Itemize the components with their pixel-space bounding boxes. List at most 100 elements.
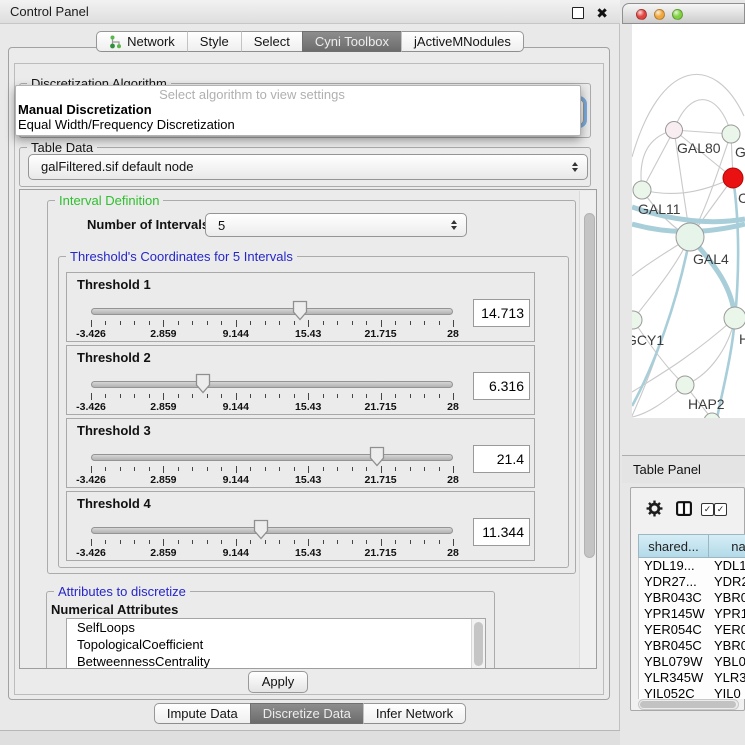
list-scrollbar — [471, 619, 485, 669]
table-row[interactable]: YBL079WYBL0 — [639, 654, 745, 670]
tick-mark — [192, 394, 193, 398]
tick-mark — [192, 540, 193, 544]
threshold-slider-thumb[interactable] — [292, 300, 308, 321]
control-panel-titlebar: Control Panel ✖ — [0, 0, 620, 24]
threshold-value-field[interactable]: 11.344 — [473, 518, 530, 546]
column-header-shared-[interactable]: shared... — [638, 534, 709, 558]
tick-label: 2.859 — [150, 328, 176, 340]
tick-mark — [91, 393, 92, 400]
bottom-tab-infer-network[interactable]: Infer Network — [363, 703, 466, 724]
threshold-value-field[interactable]: 21.4 — [473, 445, 530, 473]
network-node-gal4[interactable] — [676, 223, 704, 251]
attributes-group: Attributes to discretize Numerical Attri… — [46, 591, 495, 669]
traffic-light-close[interactable] — [636, 9, 647, 20]
node-label: GAL11 — [638, 201, 681, 217]
table-panel-title: Table Panel — [633, 456, 701, 484]
tick-mark — [352, 321, 353, 325]
tick-mark — [308, 466, 309, 473]
network-node-ga[interactable] — [722, 125, 740, 143]
number-of-intervals-spinner[interactable]: 5 — [205, 213, 467, 237]
tick-mark — [120, 394, 121, 398]
tick-mark — [337, 540, 338, 544]
attribute-item-topologicalcoefficient[interactable]: TopologicalCoefficient — [67, 636, 485, 653]
float-window-icon[interactable] — [572, 7, 584, 19]
tab-style[interactable]: Style — [187, 31, 241, 52]
tick-mark — [439, 321, 440, 325]
bottom-tab-discretize-data[interactable]: Discretize Data — [250, 703, 363, 724]
dropdown-option-manual-discretization[interactable]: Manual Discretization — [16, 102, 580, 117]
dropdown-option-equal-width-frequency-discretization[interactable]: Equal Width/Frequency Discretization — [16, 117, 580, 132]
tick-mark — [134, 321, 135, 325]
threshold-value-field[interactable]: 6.316 — [473, 372, 530, 400]
column-view-icon[interactable] — [675, 500, 693, 517]
traffic-light-zoom[interactable] — [672, 9, 683, 20]
tab-select[interactable]: Select — [241, 31, 302, 52]
tick-mark — [424, 467, 425, 471]
tick-mark — [120, 321, 121, 325]
threshold-slider-track[interactable] — [91, 527, 453, 534]
combo-value: galFiltered.sif default node — [41, 155, 193, 179]
threshold-slider-thumb[interactable] — [195, 373, 211, 394]
attribute-item-selfloops[interactable]: SelfLoops — [67, 619, 485, 636]
table-row[interactable]: YLR345WYLR3 — [639, 670, 745, 686]
table-row[interactable]: YDR27...YDR2 — [639, 574, 745, 590]
table-row[interactable]: YIL052CYIL0 — [639, 686, 745, 699]
list-scrollbar-thumb[interactable] — [474, 622, 483, 666]
table-row[interactable]: YDL19...YDL1 — [639, 558, 745, 574]
table-data-combobox[interactable]: galFiltered.sif default node — [28, 154, 588, 180]
table-row[interactable]: YER054CYER0 — [639, 622, 745, 638]
network-canvas[interactable]: GAL80GACGAL11GAL4GCY1HHAP2 — [632, 24, 745, 418]
traffic-light-minimize[interactable] — [654, 9, 665, 20]
checkbox-icon[interactable]: ✓ — [701, 503, 714, 516]
tick-mark — [439, 467, 440, 471]
threshold-slider-track[interactable] — [91, 454, 453, 461]
tick-mark — [236, 539, 237, 546]
network-edge[interactable] — [642, 130, 674, 190]
network-edge[interactable] — [685, 318, 735, 385]
numerical-attributes-label: Numerical Attributes — [51, 602, 178, 617]
tick-mark — [149, 467, 150, 471]
table-row[interactable]: YPR145WYPR1 — [639, 606, 745, 622]
apply-button[interactable]: Apply — [248, 671, 308, 693]
threshold-panel-1: Threshold 1-3.4262.8599.14415.4321.71528… — [66, 272, 535, 342]
tick-mark — [366, 467, 367, 471]
tick-mark — [294, 321, 295, 325]
tick-mark — [163, 466, 164, 473]
threshold-value-field[interactable]: 14.713 — [473, 299, 530, 327]
threshold-slider-track[interactable] — [91, 381, 453, 388]
tick-mark — [381, 320, 382, 327]
tab-jactivemnodules[interactable]: jActiveMNodules — [401, 31, 524, 52]
network-node-gcy1[interactable] — [632, 311, 642, 329]
attribute-item-betweennesscentrality[interactable]: BetweennessCentrality — [67, 653, 485, 669]
tick-mark — [236, 320, 237, 327]
threshold-slider-thumb[interactable] — [369, 446, 385, 467]
tab-cyni-toolbox[interactable]: Cyni Toolbox — [302, 31, 401, 52]
network-node-hap2[interactable] — [676, 376, 694, 394]
tab-label: Discretize Data — [263, 706, 351, 721]
checkbox-icon[interactable]: ✓ — [714, 503, 727, 516]
threshold-slider-thumb[interactable] — [253, 519, 269, 540]
tick-mark — [453, 320, 454, 327]
bottom-tab-impute-data[interactable]: Impute Data — [154, 703, 250, 724]
tick-label: -3.426 — [76, 547, 106, 559]
network-node-h[interactable] — [724, 307, 745, 329]
tick-mark — [134, 467, 135, 471]
network-node-c[interactable] — [723, 168, 743, 188]
table-hscroll-thumb[interactable] — [640, 701, 736, 708]
tick-mark — [352, 467, 353, 471]
tick-mark — [381, 539, 382, 546]
threshold-slider-track[interactable] — [91, 308, 453, 315]
tick-label: 9.144 — [223, 547, 249, 559]
pane-scrollbar-thumb[interactable] — [584, 213, 595, 558]
tab-network[interactable]: Network — [96, 31, 187, 52]
close-icon[interactable]: ✖ — [596, 1, 608, 25]
gear-icon[interactable] — [646, 500, 663, 517]
table-row[interactable]: YBR045CYBR0 — [639, 638, 745, 654]
table-row[interactable]: YBR043CYBR0 — [639, 590, 745, 606]
network-edge[interactable] — [642, 178, 733, 193]
tick-mark — [279, 540, 280, 544]
column-header-na[interactable]: na — [709, 534, 745, 558]
network-node-gal11[interactable] — [633, 181, 651, 199]
network-node-gal80[interactable] — [666, 122, 683, 139]
tick-mark — [149, 394, 150, 398]
